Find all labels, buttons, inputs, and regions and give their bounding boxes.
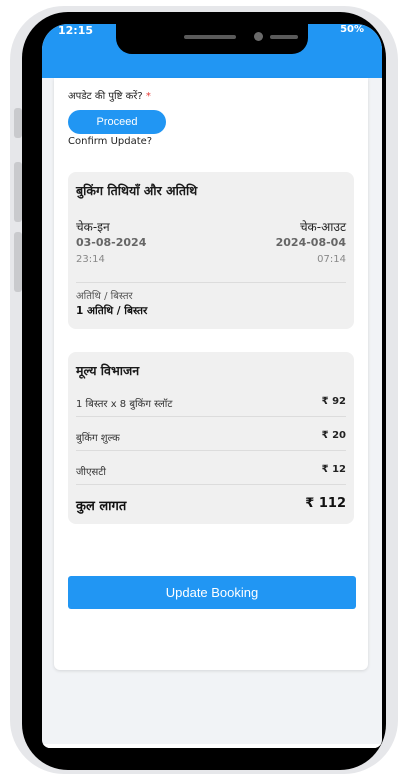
guests-label: अतिथि / बिस्तर [76,291,133,302]
price-row-label: 1 बिस्तर x 8 बुकिंग स्लॉट [76,399,173,410]
side-button [14,108,22,138]
checkin-time: 23:14 [76,254,105,265]
checkout-date: 2024-08-04 [275,236,346,249]
proceed-button[interactable]: Proceed [68,110,166,134]
total-label: कुल लागत [76,499,127,514]
app-screen: 12:15 50% अपडेट की पुष्टि करें? * Procee… [42,24,382,748]
booking-update-card: अपडेट की पुष्टि करें? * Proceed Confirm … [54,78,368,670]
checkin-label: चेक-इन [76,220,110,234]
confirm-update-label: Confirm Update? [68,136,153,147]
divider [76,282,346,283]
divider [76,416,346,417]
required-marker: * [145,91,151,102]
confirm-update-question: अपडेट की पुष्टि करें? * [68,91,151,102]
sensor-icon [270,35,298,39]
guests-value: 1 अतिथि / बिस्तर [76,305,148,317]
price-breakdown-title: मूल्य विभाजन [76,363,140,378]
price-row-amount: ₹ 92 [321,396,346,407]
status-time: 12:15 [58,24,94,37]
divider [76,450,346,451]
update-booking-button[interactable]: Update Booking [68,576,356,609]
price-row-label: जीएसटी [76,467,106,478]
camera-notch [116,24,308,54]
side-button [14,232,22,292]
total-amount: ₹ 112 [305,496,346,511]
price-row-amount: ₹ 12 [321,464,346,475]
price-row-label: बुकिंग शुल्क [76,433,120,444]
price-breakdown-panel: मूल्य विभाजन 1 बिस्तर x 8 बुकिंग स्लॉट ₹… [68,352,354,524]
checkout-time: 07:14 [317,254,346,265]
price-row: जीएसटी ₹ 12 [76,460,346,482]
divider [76,484,346,485]
price-total-row: कुल लागत ₹ 112 [76,494,346,516]
home-indicator-bar [42,744,382,748]
speaker-icon [184,35,236,39]
price-row-amount: ₹ 20 [321,430,346,441]
camera-icon [254,32,263,41]
booking-dates-title: बुकिंग तिथियाँ और अतिथि [76,183,198,198]
battery-status: 50% [340,24,364,35]
price-row: बुकिंग शुल्क ₹ 20 [76,426,346,448]
checkout-label: चेक-आउट [299,220,346,234]
side-button [14,162,22,222]
booking-dates-panel: बुकिंग तिथियाँ और अतिथि चेक-इन 03-08-202… [68,172,354,329]
checkin-date: 03-08-2024 [76,236,147,249]
price-row: 1 बिस्तर x 8 बुकिंग स्लॉट ₹ 92 [76,392,346,414]
